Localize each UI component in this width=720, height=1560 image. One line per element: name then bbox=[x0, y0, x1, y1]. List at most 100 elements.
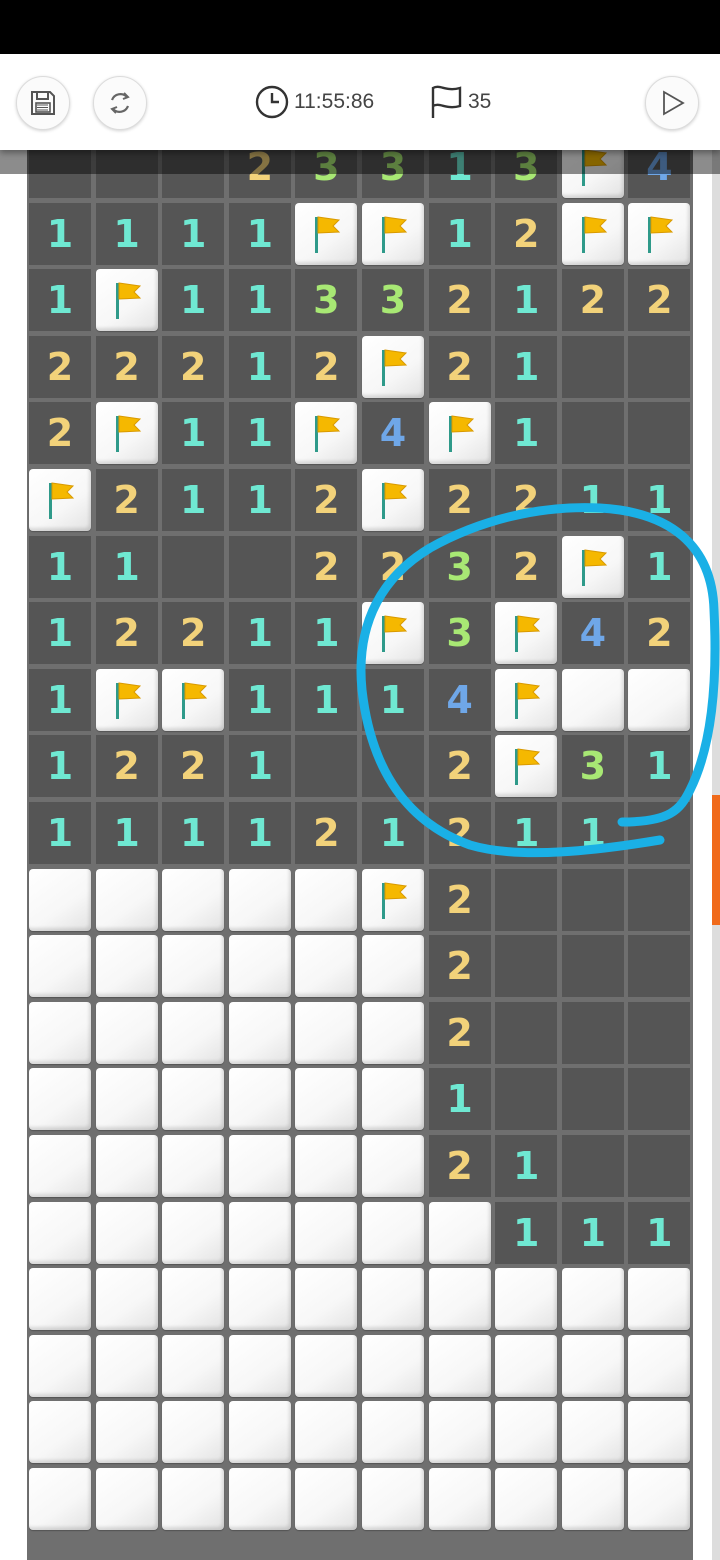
cell-flagged[interactable] bbox=[495, 735, 558, 798]
cell-unrevealed[interactable] bbox=[95, 1268, 158, 1331]
cell-flagged[interactable] bbox=[362, 868, 424, 931]
cell-empty[interactable] bbox=[162, 535, 225, 598]
cell-unrevealed[interactable] bbox=[95, 1401, 158, 1464]
cell-unrevealed[interactable] bbox=[628, 1268, 691, 1331]
cell-unrevealed[interactable] bbox=[228, 1468, 291, 1530]
cell-unrevealed[interactable] bbox=[162, 1401, 225, 1464]
cell-flagged[interactable] bbox=[561, 202, 624, 265]
cell-empty[interactable] bbox=[561, 1001, 624, 1064]
cell-unrevealed[interactable] bbox=[561, 1268, 624, 1331]
cell-number[interactable]: 1 bbox=[29, 802, 91, 864]
cell-number[interactable]: 2 bbox=[495, 469, 558, 531]
cell-flagged[interactable] bbox=[428, 402, 491, 465]
cell-empty[interactable] bbox=[495, 935, 558, 998]
cell-unrevealed[interactable] bbox=[362, 935, 424, 998]
cell-unrevealed[interactable] bbox=[295, 1468, 358, 1530]
cell-unrevealed[interactable] bbox=[561, 668, 624, 731]
cell-number[interactable]: 1 bbox=[29, 269, 91, 332]
cell-number[interactable]: 1 bbox=[428, 1068, 491, 1131]
cell-number[interactable]: 1 bbox=[228, 269, 291, 332]
cell-unrevealed[interactable] bbox=[29, 1401, 91, 1464]
cell-unrevealed[interactable] bbox=[295, 1001, 358, 1064]
cell-unrevealed[interactable] bbox=[29, 1135, 91, 1197]
play-button[interactable] bbox=[645, 76, 699, 130]
cell-number[interactable]: 2 bbox=[362, 535, 424, 598]
cell-number[interactable]: 2 bbox=[428, 802, 491, 864]
cell-number[interactable]: 2 bbox=[162, 335, 225, 398]
cell-unrevealed[interactable] bbox=[162, 1201, 225, 1264]
cell-unrevealed[interactable] bbox=[295, 1068, 358, 1131]
cell-number[interactable]: 1 bbox=[162, 802, 225, 864]
cell-number[interactable]: 1 bbox=[228, 469, 291, 531]
cell-unrevealed[interactable] bbox=[162, 1268, 225, 1331]
cell-number[interactable]: 1 bbox=[295, 668, 358, 731]
cell-number[interactable]: 3 bbox=[428, 602, 491, 665]
cell-unrevealed[interactable] bbox=[428, 1201, 491, 1264]
cell-unrevealed[interactable] bbox=[295, 935, 358, 998]
cell-unrevealed[interactable] bbox=[29, 935, 91, 998]
cell-unrevealed[interactable] bbox=[228, 935, 291, 998]
cell-unrevealed[interactable] bbox=[95, 868, 158, 931]
cell-empty[interactable] bbox=[295, 735, 358, 798]
cell-number[interactable]: 1 bbox=[628, 735, 691, 798]
cell-number[interactable]: 1 bbox=[295, 602, 358, 665]
cell-unrevealed[interactable] bbox=[628, 668, 691, 731]
cell-unrevealed[interactable] bbox=[162, 1468, 225, 1530]
cell-flagged[interactable] bbox=[362, 202, 424, 265]
cell-unrevealed[interactable] bbox=[162, 868, 225, 931]
cell-number[interactable]: 3 bbox=[561, 735, 624, 798]
cell-number[interactable]: 1 bbox=[29, 535, 91, 598]
cell-number[interactable]: 1 bbox=[228, 402, 291, 465]
cell-flagged[interactable] bbox=[495, 602, 558, 665]
cell-unrevealed[interactable] bbox=[228, 1268, 291, 1331]
cell-number[interactable]: 1 bbox=[95, 535, 158, 598]
cell-number[interactable]: 2 bbox=[95, 602, 158, 665]
cell-number[interactable]: 3 bbox=[428, 535, 491, 598]
cell-empty[interactable] bbox=[495, 1001, 558, 1064]
cell-flagged[interactable] bbox=[628, 202, 691, 265]
cell-number[interactable]: 1 bbox=[362, 668, 424, 731]
cell-number[interactable]: 2 bbox=[95, 469, 158, 531]
cell-flagged[interactable] bbox=[162, 668, 225, 731]
cell-unrevealed[interactable] bbox=[362, 1468, 424, 1530]
cell-empty[interactable] bbox=[362, 735, 424, 798]
cell-unrevealed[interactable] bbox=[295, 1201, 358, 1264]
cell-number[interactable]: 2 bbox=[428, 935, 491, 998]
cell-number[interactable]: 3 bbox=[295, 269, 358, 332]
cell-unrevealed[interactable] bbox=[295, 868, 358, 931]
cell-number[interactable]: 2 bbox=[295, 335, 358, 398]
cell-unrevealed[interactable] bbox=[362, 1201, 424, 1264]
cell-unrevealed[interactable] bbox=[228, 1334, 291, 1397]
cell-number[interactable]: 2 bbox=[95, 735, 158, 798]
cell-number[interactable]: 1 bbox=[495, 269, 558, 332]
cell-number[interactable]: 2 bbox=[628, 269, 691, 332]
cell-unrevealed[interactable] bbox=[162, 1334, 225, 1397]
cell-empty[interactable] bbox=[628, 935, 691, 998]
cell-unrevealed[interactable] bbox=[95, 1468, 158, 1530]
cell-number[interactable]: 1 bbox=[95, 202, 158, 265]
cell-unrevealed[interactable] bbox=[295, 1334, 358, 1397]
cell-empty[interactable] bbox=[561, 402, 624, 465]
cell-number[interactable]: 2 bbox=[162, 735, 225, 798]
cell-flagged[interactable] bbox=[95, 402, 158, 465]
cell-unrevealed[interactable] bbox=[95, 1068, 158, 1131]
cell-unrevealed[interactable] bbox=[628, 1401, 691, 1464]
cell-flagged[interactable] bbox=[29, 469, 91, 531]
cell-number[interactable]: 1 bbox=[561, 802, 624, 864]
cell-number[interactable]: 1 bbox=[228, 335, 291, 398]
cell-number[interactable]: 1 bbox=[162, 402, 225, 465]
cell-number[interactable]: 4 bbox=[362, 402, 424, 465]
cell-number[interactable]: 2 bbox=[29, 402, 91, 465]
cell-number[interactable]: 1 bbox=[162, 202, 225, 265]
cell-empty[interactable] bbox=[495, 868, 558, 931]
cell-empty[interactable] bbox=[628, 1001, 691, 1064]
cell-unrevealed[interactable] bbox=[29, 1201, 91, 1264]
cell-unrevealed[interactable] bbox=[362, 1068, 424, 1131]
cell-unrevealed[interactable] bbox=[29, 1068, 91, 1131]
cell-flagged[interactable] bbox=[295, 402, 358, 465]
cell-unrevealed[interactable] bbox=[95, 935, 158, 998]
cell-number[interactable]: 1 bbox=[29, 202, 91, 265]
cell-number[interactable]: 1 bbox=[228, 802, 291, 864]
cell-unrevealed[interactable] bbox=[95, 1135, 158, 1197]
cell-number[interactable]: 1 bbox=[561, 1201, 624, 1264]
